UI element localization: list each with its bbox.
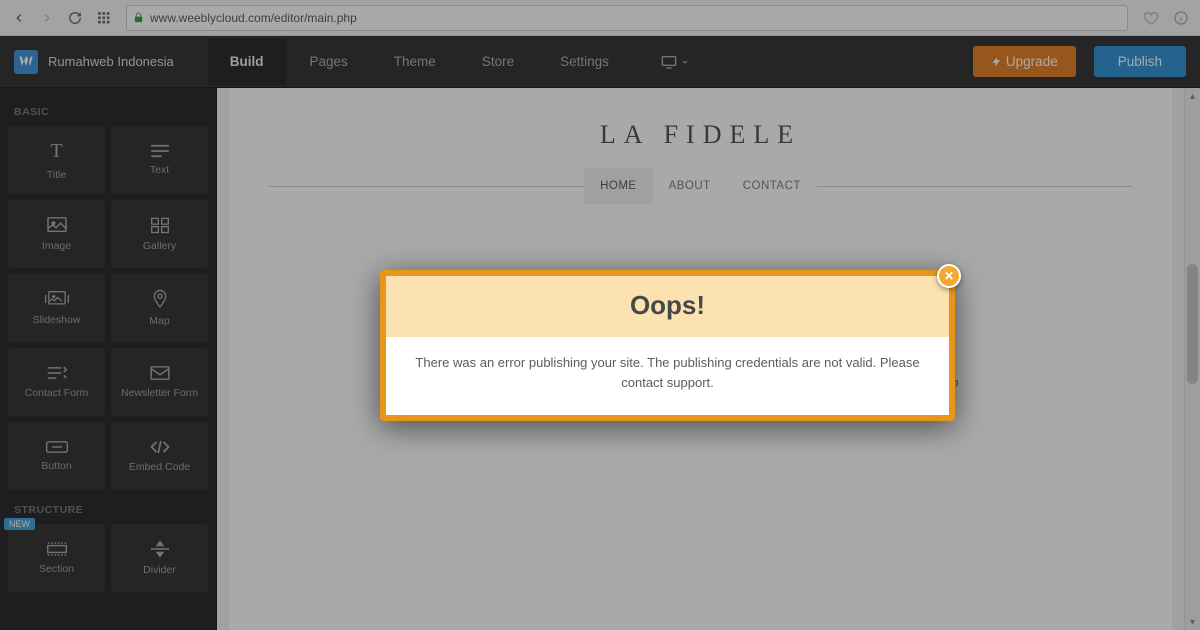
url-text: www.weeblycloud.com/editor/main.php [150, 11, 1121, 25]
heart-icon[interactable] [1140, 7, 1162, 29]
sb-contact-form[interactable]: Contact Form [8, 348, 105, 416]
modal-title: Oops! [386, 290, 949, 321]
scroll-track[interactable] [1185, 104, 1200, 614]
sidebar-section-basic: BASIC [14, 106, 202, 118]
nav-line-right [817, 186, 1132, 187]
nav-contact[interactable]: CONTACT [727, 168, 817, 204]
lightning-icon [991, 55, 1002, 69]
scroll-down-icon[interactable]: ▾ [1185, 614, 1200, 630]
upgrade-button[interactable]: Upgrade [973, 46, 1076, 77]
tab-pages[interactable]: Pages [288, 38, 370, 85]
device-preview-button[interactable] [649, 49, 701, 75]
sb-title[interactable]: T Title [8, 126, 105, 194]
url-bar[interactable]: www.weeblycloud.com/editor/main.php [126, 5, 1128, 31]
sb-map[interactable]: Map [111, 274, 208, 342]
grid-icon [97, 11, 110, 24]
section-icon [46, 541, 68, 557]
reload-button[interactable] [64, 7, 86, 29]
form-icon [46, 365, 68, 381]
sb-image[interactable]: Image [8, 200, 105, 268]
publish-label: Publish [1118, 54, 1162, 69]
sb-slideshow[interactable]: Slideshow [8, 274, 105, 342]
lock-icon [133, 12, 144, 23]
mail-icon [149, 365, 171, 381]
button-icon [45, 440, 69, 454]
arrow-left-icon [12, 11, 26, 25]
code-icon [148, 439, 172, 455]
modal-body: There was an error publishing your site.… [386, 337, 949, 415]
scrollbar[interactable]: ▴ ▾ [1184, 88, 1200, 630]
text-icon [149, 144, 171, 158]
title-icon: T [50, 140, 62, 163]
back-button[interactable] [8, 7, 30, 29]
scroll-up-icon[interactable]: ▴ [1185, 88, 1200, 104]
close-icon: ✕ [944, 269, 954, 283]
upgrade-label: Upgrade [1006, 54, 1058, 69]
sb-newsletter-form[interactable]: Newsletter Form [111, 348, 208, 416]
close-button[interactable]: ✕ [937, 264, 961, 288]
slideshow-icon [44, 290, 70, 308]
site-name: Rumahweb Indonesia [48, 54, 174, 69]
sb-section-element[interactable]: NEW Section [8, 524, 105, 592]
divider-icon [149, 540, 171, 558]
info-icon[interactable] [1170, 7, 1192, 29]
browser-chrome: www.weeblycloud.com/editor/main.php [0, 0, 1200, 36]
forward-button[interactable] [36, 7, 58, 29]
sb-divider[interactable]: Divider [111, 524, 208, 592]
reload-icon [68, 11, 82, 25]
desktop-icon [661, 55, 677, 69]
gallery-icon [150, 216, 170, 234]
arrow-right-icon [40, 11, 54, 25]
page-nav: HOME ABOUT CONTACT [269, 168, 1132, 205]
nav-home[interactable]: HOME [584, 168, 653, 204]
tab-build[interactable]: Build [208, 38, 286, 85]
sidebar-section-structure: STRUCTURE [14, 504, 202, 516]
sb-gallery[interactable]: Gallery [111, 200, 208, 268]
map-pin-icon [151, 289, 169, 309]
sb-button[interactable]: Button [8, 422, 105, 490]
top-tabs: Build Pages Theme Store Settings [208, 38, 631, 85]
nav-about[interactable]: ABOUT [653, 168, 727, 204]
scroll-thumb[interactable] [1187, 264, 1198, 384]
sb-text[interactable]: Text [111, 126, 208, 194]
image-icon [46, 216, 68, 234]
tab-settings[interactable]: Settings [538, 38, 631, 85]
nav-line-left [269, 186, 584, 187]
apps-button[interactable] [92, 7, 114, 29]
error-modal: ✕ Oops! There was an error publishing yo… [380, 270, 955, 421]
new-badge: NEW [4, 518, 35, 530]
modal-header: Oops! [386, 276, 949, 337]
app-topbar: Rumahweb Indonesia Build Pages Theme Sto… [0, 36, 1200, 88]
sidebar: BASIC T Title Text Image [0, 88, 216, 630]
page-title: LA FIDELE [229, 88, 1172, 168]
weebly-logo[interactable] [14, 50, 38, 74]
tab-store[interactable]: Store [460, 38, 536, 85]
tab-theme[interactable]: Theme [372, 38, 458, 85]
chevron-down-icon [681, 58, 689, 66]
sb-embed-code[interactable]: Embed Code [111, 422, 208, 490]
publish-button[interactable]: Publish [1094, 46, 1186, 77]
w-icon [18, 54, 34, 70]
